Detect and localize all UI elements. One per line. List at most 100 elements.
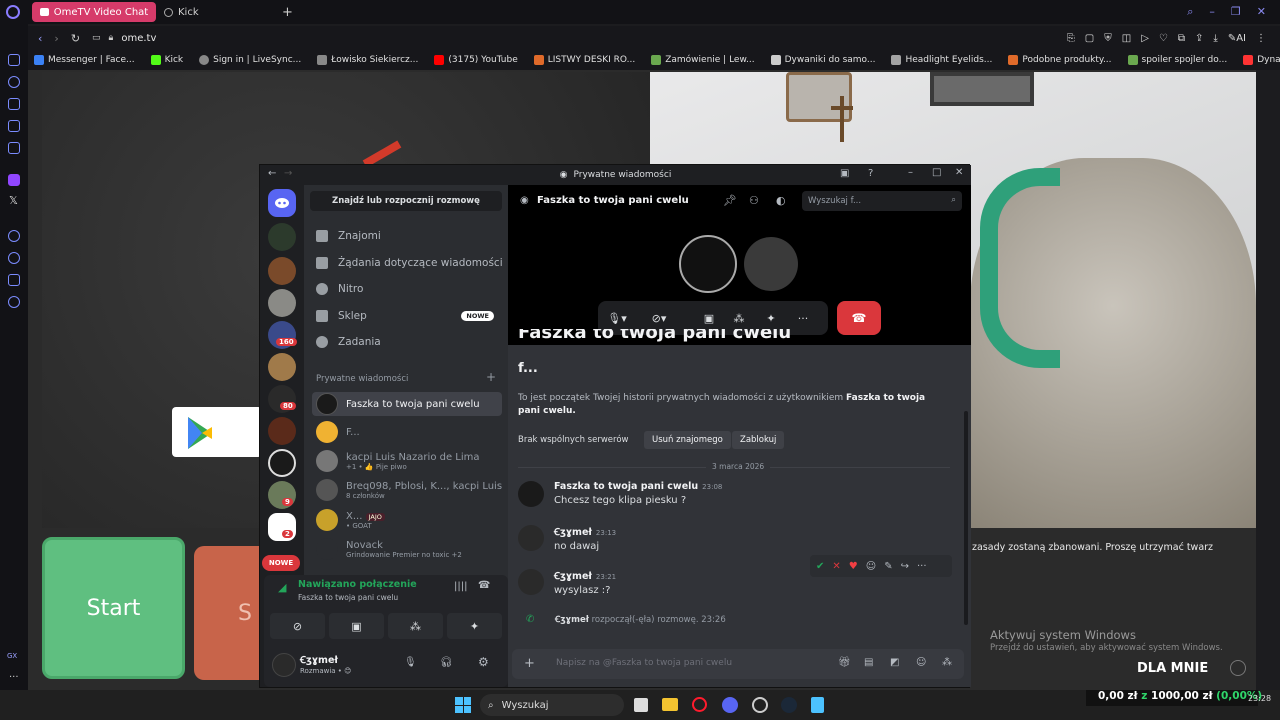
sidebar-app-icon[interactable]: [8, 76, 20, 88]
voice-channel[interactable]: Faszka to twoja pani cwelu: [298, 593, 398, 602]
play-icon[interactable]: ▷: [1141, 33, 1149, 44]
pin-icon[interactable]: 📌︎: [723, 194, 737, 207]
shield-icon[interactable]: ⛨: [1104, 33, 1112, 44]
call-screen-share-icon[interactable]: ▣: [698, 309, 720, 327]
inbox-icon[interactable]: ▣: [840, 168, 849, 179]
sidebar-app-icon[interactable]: [8, 230, 20, 242]
sidebar-app-icon[interactable]: [8, 98, 20, 110]
nav-nitro[interactable]: Nitro: [316, 278, 363, 300]
heart-icon[interactable]: ♡: [1159, 33, 1168, 44]
call-soundboard-icon[interactable]: ✦: [760, 309, 782, 327]
minimize-icon[interactable]: –: [1209, 5, 1215, 19]
call-more-icon[interactable]: ···: [792, 309, 814, 327]
sidebar-app-icon[interactable]: [8, 274, 20, 286]
server-icon[interactable]: [268, 289, 296, 317]
nav-shop[interactable]: Sklep NOWE: [316, 305, 494, 327]
back-arrow-icon[interactable]: ←: [268, 168, 276, 179]
bookmark-item[interactable]: Łowisko Siekiercz...: [317, 55, 418, 65]
bookmark-item[interactable]: Dynamic Turn Sig...: [1243, 55, 1280, 65]
microphone-icon[interactable]: 🎙︎: [404, 657, 417, 668]
file-explorer-icon[interactable]: [662, 698, 678, 711]
apps-icon[interactable]: ⁂: [942, 657, 952, 668]
message[interactable]: Ꞓʒɣmeł 23:21 wysylasz :?: [518, 569, 616, 596]
server-icon[interactable]: [268, 449, 296, 477]
menu-icon[interactable]: ⋮: [1256, 33, 1266, 44]
add-reaction-icon[interactable]: ☺: [866, 561, 876, 572]
snapshot-icon[interactable]: ⎘: [1067, 33, 1075, 44]
bookmark-item[interactable]: Zamówienie | Lew...: [651, 55, 755, 65]
sidebar-app-icon[interactable]: [8, 120, 20, 132]
disconnect-icon[interactable]: ☎︎: [478, 580, 490, 591]
edit-icon[interactable]: ✎: [884, 561, 892, 572]
bookmark-item[interactable]: (3175) YouTube: [434, 55, 518, 65]
url-field[interactable]: ome.tv: [121, 33, 156, 44]
bookmark-item[interactable]: spoiler spojler do...: [1127, 55, 1227, 65]
block-button[interactable]: Zablokuj: [732, 431, 785, 449]
bookmark-item[interactable]: Headlight Eyelids...: [891, 55, 992, 65]
screenshot-icon[interactable]: ▢: [1085, 33, 1094, 44]
x-reaction-icon[interactable]: ✕: [832, 561, 840, 572]
new-pill[interactable]: NOWE: [262, 555, 300, 571]
help-icon[interactable]: ?: [868, 168, 873, 179]
soundboard-icon[interactable]: ✦: [447, 613, 502, 639]
server-icon[interactable]: [268, 223, 296, 251]
message[interactable]: Faszka to twoja pani cwelu 23:08 Chcesz te…: [518, 481, 722, 507]
share-icon[interactable]: ⇪: [1195, 33, 1203, 44]
opera-gx-icon[interactable]: [692, 697, 707, 712]
taskbar-search[interactable]: ⌕ Wyszukaj: [480, 694, 624, 716]
history-icon[interactable]: [8, 252, 20, 264]
easy-setup-icon[interactable]: ▭: [92, 33, 101, 43]
chat-scrollbar[interactable]: [964, 411, 968, 625]
start-button[interactable]: Start: [42, 537, 185, 679]
nav-quests[interactable]: Zadania: [316, 331, 381, 353]
tab-kick[interactable]: Kick: [156, 2, 276, 22]
back-icon[interactable]: ‹: [38, 32, 42, 45]
close-icon[interactable]: ✕: [1257, 5, 1266, 19]
bookmark-item[interactable]: Kick: [150, 55, 183, 65]
dm-item[interactable]: kacpi Luis Nazario de Lima +1 • 👍 Pije pi…: [312, 450, 502, 472]
nav-message-requests[interactable]: Żądania dotyczące wiadomości: [316, 252, 503, 274]
camera-off-icon[interactable]: ⊘: [270, 613, 325, 639]
bookmark-item[interactable]: Podobne produkty...: [1008, 55, 1112, 65]
new-tab-button[interactable]: +: [282, 5, 293, 20]
call-participant-avatar[interactable]: [744, 237, 798, 291]
notepad-icon[interactable]: [811, 697, 824, 713]
emoji-icon[interactable]: [1230, 660, 1246, 676]
call-camera-icon[interactable]: ⊘▾: [648, 309, 670, 327]
app-icon[interactable]: [752, 697, 768, 713]
screen-share-icon[interactable]: ▣: [329, 613, 384, 639]
server-icon[interactable]: [268, 353, 296, 381]
activities-icon[interactable]: ⁂: [388, 613, 443, 639]
find-conversation-button[interactable]: Znajdź lub rozpocznij rozmowę: [310, 191, 502, 211]
server-icon[interactable]: [268, 417, 296, 445]
dm-item[interactable]: Novack Grindowanie Premier no toxic +2: [312, 538, 502, 560]
ai-icon[interactable]: ✎AI: [1228, 33, 1246, 44]
call-activities-icon[interactable]: ⁂: [728, 309, 750, 327]
dm-item[interactable]: F...: [312, 421, 502, 443]
message-composer[interactable]: + Napisz na @Faszka to twoja pani cwelu …: [512, 649, 964, 679]
dm-item[interactable]: X... JAJO • GOAT: [312, 509, 502, 531]
gif-icon[interactable]: ▤: [864, 657, 873, 668]
server-icon[interactable]: [268, 257, 296, 285]
download-icon[interactable]: ⤓: [1213, 33, 1217, 44]
window-minimize-icon[interactable]: –: [908, 167, 913, 178]
opera-logo-icon[interactable]: [6, 5, 20, 19]
hang-up-button[interactable]: ☎︎: [837, 301, 881, 335]
forward-icon[interactable]: ↪: [901, 561, 909, 572]
x-icon[interactable]: 𝕏: [9, 194, 18, 207]
tab-ometv[interactable]: OmeTV Video Chat —: [32, 2, 156, 22]
bookmark-item[interactable]: LISTWY DESKI RO...: [533, 55, 635, 65]
windows-start-icon[interactable]: [455, 697, 471, 713]
bookmark-item[interactable]: Dywaniki do samo...: [770, 55, 875, 65]
bookmark-item[interactable]: Messenger | Face...: [34, 55, 135, 65]
steam-icon[interactable]: [781, 697, 797, 713]
add-friends-icon[interactable]: ⚇: [749, 194, 759, 207]
maximize-icon[interactable]: ❐: [1231, 5, 1241, 19]
sidebar-app-icon[interactable]: [8, 142, 20, 154]
noise-suppression-icon[interactable]: ||||: [454, 581, 467, 592]
dm-item[interactable]: Faszka to twoja pani cwelu: [312, 392, 502, 416]
avatar[interactable]: [518, 569, 544, 595]
message[interactable]: Ꞓʒɣmeł 23:13 no dawaj: [518, 525, 616, 552]
avatar[interactable]: [518, 481, 544, 507]
sidebar-app-icon[interactable]: [8, 54, 20, 66]
